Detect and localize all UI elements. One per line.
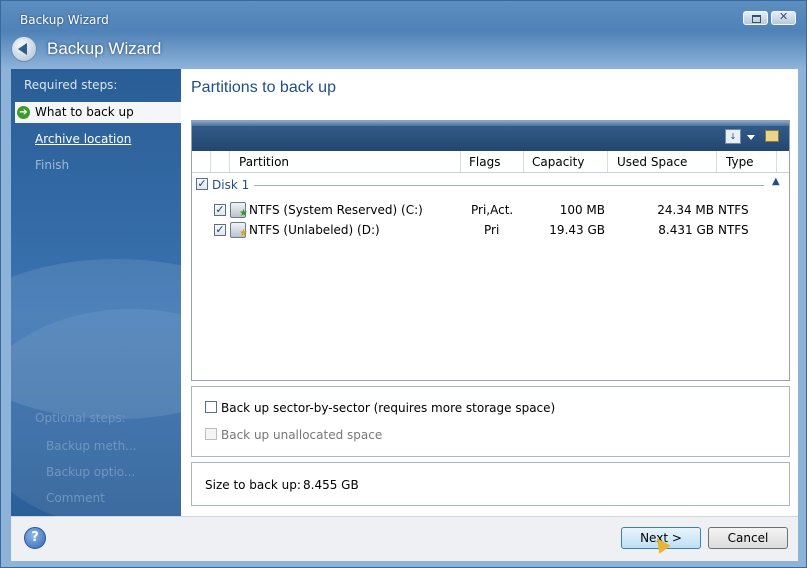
column-capacity[interactable]: Capacity [532,155,584,169]
back-arrow-icon[interactable] [11,36,37,62]
table-row[interactable]: ✓ ★ NTFS (System Reserved) (C:) Pri,Act.… [192,201,789,220]
step-archive-location[interactable]: Archive location [35,132,131,146]
size-summary-box: Size to back up: 8.455 GB [191,462,790,506]
column-separator [229,151,230,172]
cancel-button[interactable]: Cancel [708,527,788,549]
column-flags[interactable]: Flags [469,155,500,169]
column-used-space[interactable]: Used Space [617,155,687,169]
optional-steps-header: Optional steps: [35,411,126,425]
unallocated-checkbox [205,428,217,440]
disk-checkbox[interactable]: ✓ [196,178,208,190]
column-partition[interactable]: Partition [239,155,289,169]
unallocated-label: Back up unallocated space [221,428,383,442]
wizard-heading: Backup Wizard [47,39,162,58]
partition-checkbox[interactable]: ✓ [214,204,226,216]
group-divider [254,185,764,186]
step-backup-options: Backup optio... [46,465,136,479]
disk-label: Disk 1 [212,178,250,192]
size-value: 8.455 GB [303,478,359,492]
disk-group-row: ✓ Disk 1 ▲ [196,176,786,193]
current-step-arrow-icon: ➔ [17,106,30,119]
column-separator [523,151,524,172]
partition-type: NTFS [718,223,749,237]
primary-badge-icon: ★ [239,228,248,239]
backup-options-box: Back up sector-by-sector (requires more … [191,386,790,457]
step-what-to-back-up[interactable]: ➔ What to back up [15,102,181,123]
partition-flags: Pri,Act. [471,203,514,217]
backup-wizard-window: Backup Wizard Backup Wizard Required ste… [0,0,807,568]
collapse-chevron-icon[interactable]: ▲ [772,176,780,187]
window-title: Backup Wizard [20,13,109,27]
restore-button[interactable] [743,11,768,25]
sort-icon[interactable]: ↓ [725,129,741,144]
partition-name: NTFS (Unlabeled) (D:) [249,223,380,237]
column-separator [607,151,608,172]
primary-active-badge-icon: ★ [239,208,248,219]
step-finish: Finish [35,158,70,172]
column-separator [460,151,461,172]
title-bar: Backup Wizard [1,1,806,35]
partition-type: NTFS [718,203,749,217]
main-content: Partitions to back up ↓ Partition Flags … [181,69,798,516]
partition-used-space: 24.34 MB [657,203,714,217]
partition-capacity: 19.43 GB [549,223,605,237]
column-separator [776,151,777,172]
step-label: What to back up [35,105,134,119]
properties-icon[interactable] [765,130,779,142]
partition-used-space: 8.431 GB [658,223,714,237]
table-row[interactable]: ✓ ★ NTFS (Unlabeled) (D:) Pri 19.43 GB 8… [192,221,789,240]
size-label: Size to back up: [205,478,301,492]
partition-checkbox[interactable]: ✓ [214,224,226,236]
column-header: Partition Flags Capacity Used Space Type [192,151,789,173]
step-comment: Comment [46,491,105,505]
page-title: Partitions to back up [191,79,336,96]
sector-by-sector-checkbox[interactable] [205,401,217,413]
required-steps-header: Required steps: [24,78,118,92]
sector-by-sector-label[interactable]: Back up sector-by-sector (requires more … [221,401,555,415]
step-backup-method: Backup meth... [46,439,137,453]
wizard-footer: ? Next > Cancel [11,516,798,561]
help-icon[interactable]: ? [24,527,46,549]
sort-dropdown-icon[interactable] [747,135,755,140]
partition-capacity: 100 MB [559,203,605,217]
steps-sidebar: Required steps: ➔ What to back up Archiv… [11,69,181,516]
partition-name: NTFS (System Reserved) (C:) [249,203,423,217]
close-button[interactable] [771,10,796,25]
column-separator [210,151,211,172]
panel-toolbar: ↓ [192,121,789,151]
column-separator [716,151,717,172]
column-type[interactable]: Type [726,155,754,169]
partition-flags: Pri [484,223,500,237]
partitions-panel: ↓ Partition Flags Capacity Used Space Ty… [191,120,790,381]
